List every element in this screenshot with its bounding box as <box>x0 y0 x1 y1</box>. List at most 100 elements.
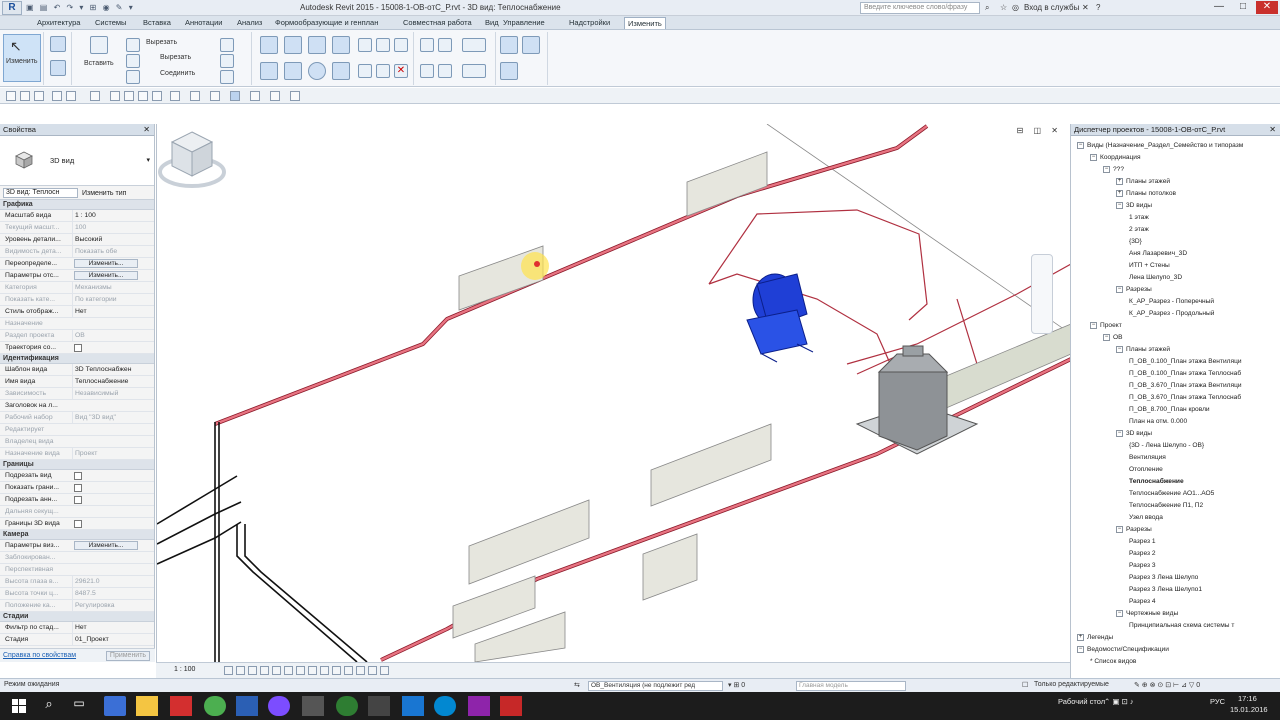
property-row[interactable]: Подрезать анн... <box>0 494 154 506</box>
hide-isolate-icon[interactable] <box>320 666 329 675</box>
tree-item[interactable]: Вентиляция <box>1129 452 1166 464</box>
help-search-input[interactable]: Введите ключевое слово/фразу <box>860 2 980 14</box>
windows-start-icon[interactable] <box>8 696 30 716</box>
clock-time[interactable]: 17:16 <box>1238 694 1257 703</box>
viber-icon[interactable] <box>268 696 290 716</box>
aligned-dim-icon[interactable] <box>124 91 134 101</box>
tree-item[interactable]: Разрез 4 <box>1129 596 1156 608</box>
thin-lines-icon[interactable] <box>210 91 220 101</box>
collapse-icon[interactable]: − <box>1116 201 1123 209</box>
cut-geometry-icon[interactable] <box>220 54 234 68</box>
property-row[interactable]: Траектория со... <box>0 342 154 354</box>
edit-button[interactable]: Изменить... <box>74 271 138 280</box>
paste-icon[interactable] <box>90 36 108 54</box>
subscription-icon[interactable]: ☆ <box>1000 3 1007 12</box>
tray-icons[interactable]: ⌃ ▣ ⊡ ♪ <box>1104 697 1134 706</box>
maximize-button[interactable]: □ <box>1232 1 1254 14</box>
property-row[interactable]: Показать кате... По категории <box>0 294 154 306</box>
tree-item[interactable]: Теплоснабжение П1, П2 <box>1129 500 1203 512</box>
match-type-icon[interactable] <box>126 70 140 84</box>
property-value[interactable]: Регулировка <box>72 600 140 611</box>
tree-item[interactable]: − Ведомости/Спецификации <box>1077 644 1169 656</box>
edge-icon[interactable] <box>104 696 126 716</box>
navigation-bar[interactable] <box>1031 254 1053 334</box>
create-similar-icon[interactable] <box>462 38 486 52</box>
copy-element-icon[interactable] <box>284 62 302 80</box>
tree-item[interactable]: − ОВ <box>1103 332 1123 344</box>
view-scale[interactable]: 1 : 100 <box>174 666 195 673</box>
linework-icon[interactable] <box>462 64 486 78</box>
tree-item[interactable]: Разрез 1 <box>1129 536 1156 548</box>
save-icon[interactable] <box>20 91 30 101</box>
tree-item[interactable]: Лена Шелупо_3D <box>1129 272 1182 284</box>
customize-icon[interactable] <box>270 91 280 101</box>
close-icon[interactable]: ✕ <box>1269 124 1276 136</box>
measure-icon[interactable] <box>420 38 434 52</box>
tab-analyze[interactable]: Анализ <box>234 17 265 29</box>
tab-massing-site[interactable]: Формообразующие и генплан <box>272 17 381 29</box>
tree-item[interactable]: План на отм. 0.000 <box>1129 416 1187 428</box>
property-value[interactable]: Теплоснабжение <box>72 376 140 387</box>
edit-button[interactable]: Изменить... <box>74 541 138 550</box>
expand-icon[interactable]: + <box>1077 633 1084 641</box>
split-gap-icon[interactable] <box>376 38 390 52</box>
crop-icon[interactable] <box>284 666 293 675</box>
property-row[interactable]: Подрезать вид <box>0 470 154 482</box>
word-icon[interactable] <box>402 696 424 716</box>
tree-item[interactable]: − Чертежные виды <box>1116 608 1178 620</box>
property-row[interactable]: Категория Механизмы <box>0 282 154 294</box>
rotate-icon[interactable] <box>308 62 326 80</box>
tree-item[interactable]: Узел ввода <box>1129 512 1163 524</box>
exchange-icon[interactable]: ✕ <box>1082 3 1089 12</box>
properties-help-link[interactable]: Справка по свойствам <box>3 652 76 659</box>
move-icon[interactable] <box>260 62 278 80</box>
close-button[interactable]: ✕ <box>1256 1 1278 14</box>
tree-item[interactable]: − Проект <box>1090 320 1122 332</box>
application-menu-button[interactable]: R <box>2 1 22 15</box>
print-icon[interactable] <box>90 91 100 101</box>
property-row[interactable]: Назначение вида Проект <box>0 448 154 460</box>
cut-label[interactable]: Вырезать <box>146 39 177 46</box>
lock-view-icon[interactable] <box>308 666 317 675</box>
tree-item[interactable]: −3D виды <box>1116 428 1152 440</box>
mirror-draw-icon[interactable] <box>332 36 350 54</box>
view-window-controls[interactable]: ⊟ ◫ ✕ <box>1017 126 1062 135</box>
recorder-icon[interactable] <box>468 696 490 716</box>
pin-icon[interactable] <box>394 38 408 52</box>
tree-item[interactable]: * Список видов <box>1090 656 1136 668</box>
property-value[interactable]: 29621.0 <box>72 576 140 587</box>
collapse-icon[interactable]: − <box>1090 153 1097 161</box>
render-icon[interactable] <box>272 666 281 675</box>
property-group-header[interactable]: Камера <box>0 530 154 540</box>
property-group-header[interactable]: Границы <box>0 460 154 470</box>
modify-option-icon[interactable] <box>6 91 16 101</box>
collapse-icon[interactable]: − <box>1116 429 1123 437</box>
tree-item[interactable]: + Планы этажей <box>1116 176 1170 188</box>
tree-item[interactable]: Принципиальная схема системы т <box>1129 620 1234 632</box>
property-value[interactable]: По категории <box>72 294 140 305</box>
cope-icon[interactable] <box>220 38 234 52</box>
mirror-axis-icon[interactable] <box>308 36 326 54</box>
property-value[interactable]: 100 <box>72 222 140 233</box>
tree-item[interactable]: 1 этаж <box>1129 212 1149 224</box>
property-row[interactable]: Стиль отображ... Нет <box>0 306 154 318</box>
tag-icon[interactable] <box>138 91 148 101</box>
property-row[interactable]: Заголовок на л... <box>0 400 154 412</box>
editable-requests-icon[interactable]: ▾ ⊞ 0 <box>728 681 745 689</box>
section-icon[interactable] <box>190 91 200 101</box>
split-icon[interactable] <box>358 38 372 52</box>
property-value[interactable]: Нет <box>72 622 140 633</box>
trim-icon[interactable] <box>332 62 350 80</box>
tab-modify[interactable]: Изменить <box>624 17 666 29</box>
dimension-icon[interactable] <box>438 38 452 52</box>
temp-view-icon[interactable] <box>344 666 353 675</box>
tree-item[interactable]: − Разрезы <box>1116 284 1152 296</box>
viewcube[interactable] <box>157 124 227 194</box>
minimize-button[interactable]: — <box>1208 1 1230 14</box>
property-row[interactable]: Раздел проекта ОВ <box>0 330 154 342</box>
property-row[interactable]: Переопределе... Изменить... <box>0 258 154 270</box>
close-icon[interactable]: ✕ <box>143 124 150 136</box>
property-value[interactable]: 3D Теплоснабжен <box>72 364 140 375</box>
revit-icon[interactable] <box>236 696 258 716</box>
show-crop-icon[interactable] <box>296 666 305 675</box>
